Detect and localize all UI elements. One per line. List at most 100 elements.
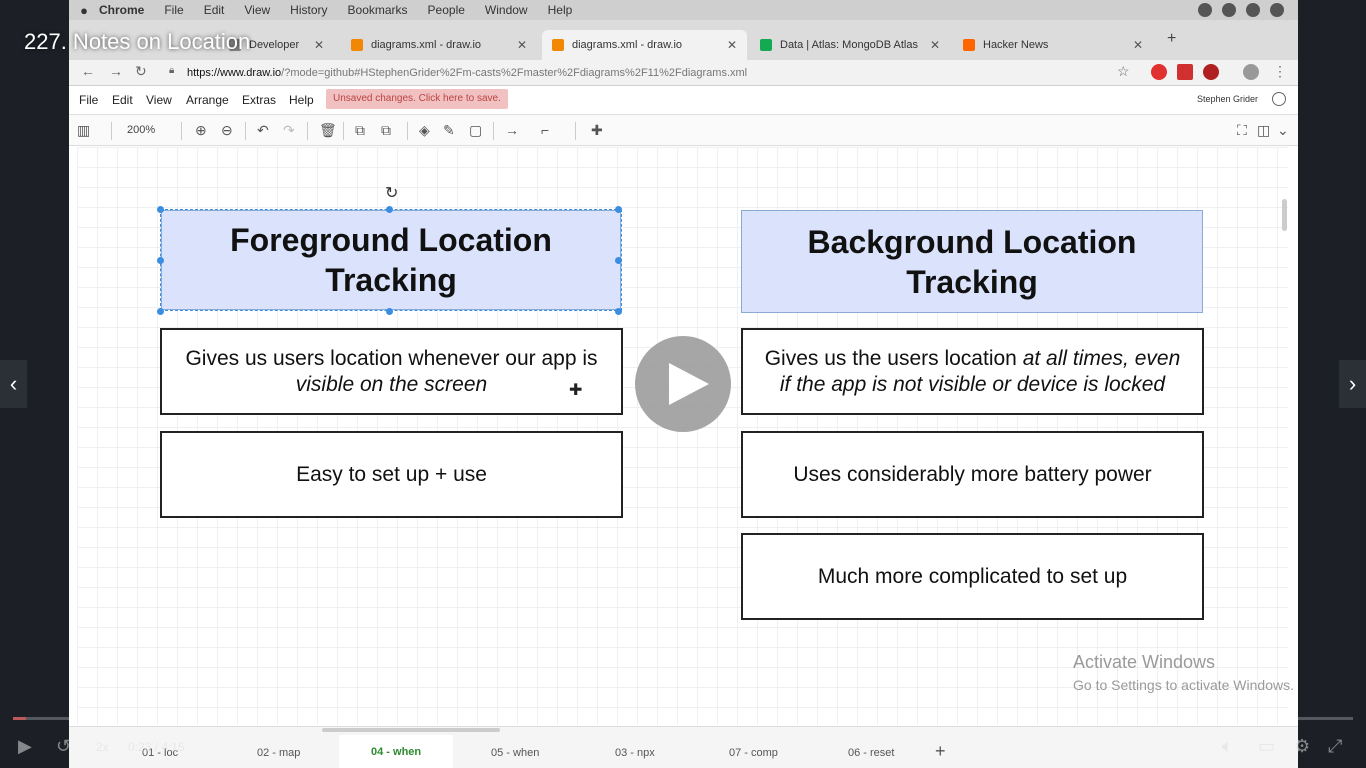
extension-icon[interactable] (1177, 64, 1193, 80)
profile-avatar[interactable] (1243, 64, 1259, 80)
browser-tab[interactable]: Hacker News ✕ (953, 30, 1153, 60)
extension-icon[interactable] (1203, 64, 1219, 80)
background-note-battery[interactable]: Uses considerably more battery power (741, 431, 1204, 518)
fullscreen-toggle-icon[interactable]: ⤢ (1328, 736, 1342, 757)
note-text-italic: if the app is not visible or device is l… (779, 372, 1166, 396)
resize-handle[interactable] (157, 308, 164, 315)
background-note-complicated[interactable]: Much more complicated to set up (741, 533, 1204, 620)
video-progress-bar[interactable] (13, 717, 1353, 720)
browser-tab-active[interactable]: diagrams.xml - draw.io ✕ (542, 30, 747, 60)
close-icon[interactable]: ✕ (517, 38, 527, 52)
menubar-item-help: Help (547, 3, 573, 17)
close-icon[interactable]: ✕ (1133, 38, 1143, 52)
note-text: Gives us the users location (764, 346, 1023, 370)
status-icons (1198, 3, 1284, 17)
menu-file[interactable]: File (79, 93, 98, 107)
settings-icon[interactable]: ⚙ (1294, 736, 1310, 757)
rewind-icon[interactable]: ↺ (56, 736, 71, 757)
playback-speed[interactable]: 2x (96, 740, 109, 754)
format-panel-icon[interactable]: ▥ (77, 122, 90, 139)
zoom-in-icon[interactable]: ⊕ (195, 122, 207, 139)
extension-icon[interactable] (1151, 64, 1167, 80)
menu-extras[interactable]: Extras (242, 93, 276, 107)
close-icon[interactable]: ✕ (314, 38, 324, 52)
menu-view[interactable]: View (146, 93, 172, 107)
menu-arrange[interactable]: Arrange (186, 93, 229, 107)
shadow-icon[interactable]: ▢ (469, 122, 482, 139)
menu-edit[interactable]: Edit (112, 93, 133, 107)
vertical-scrollbar[interactable] (1282, 199, 1287, 231)
back-icon[interactable]: ← (81, 63, 95, 79)
browser-navbar: ← → ↻ 🔒︎ https://www.draw.io/?mode=githu… (69, 60, 1298, 86)
undo-icon[interactable]: ↶ (257, 122, 269, 139)
play-icon (669, 363, 709, 405)
move-cursor-icon: ✚ (569, 382, 583, 399)
background-header[interactable]: Background Location Tracking (741, 210, 1203, 313)
to-back-icon[interactable]: ⧉ (381, 122, 391, 139)
menubar-item-file: File (164, 3, 184, 17)
play-button[interactable] (635, 336, 731, 432)
next-lecture-button[interactable]: › (1339, 360, 1366, 408)
resize-handle[interactable] (615, 308, 622, 315)
apple-icon: ● (80, 2, 88, 18)
url-domain: https://www.draw.io (187, 67, 282, 79)
browser-tab[interactable]: Data | Atlas: MongoDB Atlas ✕ (750, 30, 950, 60)
redo-icon[interactable]: ↷ (283, 122, 295, 139)
zoom-select[interactable]: 200% (127, 124, 155, 136)
resize-handle[interactable] (157, 206, 164, 213)
zoom-out-icon[interactable]: ⊖ (221, 122, 233, 139)
menubar-item-people: People (427, 3, 465, 17)
volume-icon[interactable]: 🔈︎ (1222, 736, 1233, 757)
previous-lecture-button[interactable]: ‹ (0, 360, 27, 408)
close-icon[interactable]: ✕ (930, 38, 940, 52)
foreground-title-line2: Tracking (325, 262, 457, 298)
connection-icon[interactable]: → (505, 122, 519, 138)
fill-color-icon[interactable]: ◈ (419, 122, 430, 139)
background-title-line1: Background Location (807, 223, 1137, 260)
line-color-icon[interactable]: ✎ (443, 122, 455, 139)
new-tab-button[interactable]: + (1167, 30, 1176, 48)
resize-handle[interactable] (615, 206, 622, 213)
diagram-canvas[interactable]: ↻ Foreground Location Tracking Gives us … (77, 147, 1288, 725)
rotate-handle-icon[interactable]: ↻ (385, 183, 398, 203)
panel-icon[interactable]: ◫ (1257, 122, 1270, 139)
waypoints-icon[interactable]: ⌐ (541, 122, 549, 138)
forward-icon[interactable]: → (109, 63, 123, 79)
foreground-note-visibility[interactable]: Gives us users location whenever our app… (160, 328, 623, 415)
fullscreen-icon[interactable]: ⛶ (1237, 122, 1247, 139)
browser-tab[interactable]: diagrams.xml - draw.io ✕ (341, 30, 537, 60)
video-timecode: 0:23 / 4:15 (128, 740, 185, 754)
collapse-icon[interactable]: ⌄ (1277, 122, 1289, 139)
insert-icon[interactable]: ✚ (591, 122, 603, 139)
user-menu[interactable]: Stephen Grider (1197, 94, 1258, 104)
kebab-menu-icon[interactable]: ⋮ (1273, 63, 1287, 80)
unsaved-changes-button[interactable]: Unsaved changes. Click here to save. (326, 89, 508, 109)
close-icon[interactable]: ✕ (727, 38, 737, 52)
menu-help[interactable]: Help (289, 93, 314, 107)
tab-label: diagrams.xml - draw.io (371, 39, 482, 51)
resize-handle[interactable] (386, 308, 393, 315)
reload-icon[interactable]: ↻ (135, 63, 147, 80)
play-small-icon[interactable]: ▶ (18, 736, 32, 757)
foreground-note-setup[interactable]: Easy to set up + use (160, 431, 623, 518)
menubar-item-chrome: Chrome (99, 3, 145, 17)
toolbar-divider (493, 122, 494, 140)
url-bar[interactable]: https://www.draw.io/?mode=github#HStephe… (187, 64, 1137, 82)
menubar-item-edit: Edit (203, 3, 225, 17)
video-title: 227. Notes on Location (24, 29, 251, 54)
resize-handle[interactable] (157, 257, 164, 264)
delete-icon[interactable]: 🗑︎ (319, 122, 337, 139)
resize-handle[interactable] (386, 206, 393, 213)
drawio-menubar: File Edit View Arrange Extras Help Unsav… (69, 87, 1298, 113)
foreground-header[interactable]: Foreground Location Tracking (161, 210, 621, 310)
toolbar-divider (407, 122, 408, 140)
lock-icon: 🔒︎ (169, 65, 175, 76)
captions-icon[interactable]: ▭ (1258, 736, 1275, 757)
note-text: Much more complicated to set up (817, 564, 1128, 588)
to-front-icon[interactable]: ⧉ (355, 122, 365, 139)
star-icon[interactable]: ☆ (1117, 63, 1130, 80)
background-note-always[interactable]: Gives us the users location at all times… (741, 328, 1204, 415)
language-globe-icon[interactable] (1272, 92, 1286, 106)
resize-handle[interactable] (615, 257, 622, 264)
background-title-line2: Tracking (906, 263, 1038, 300)
